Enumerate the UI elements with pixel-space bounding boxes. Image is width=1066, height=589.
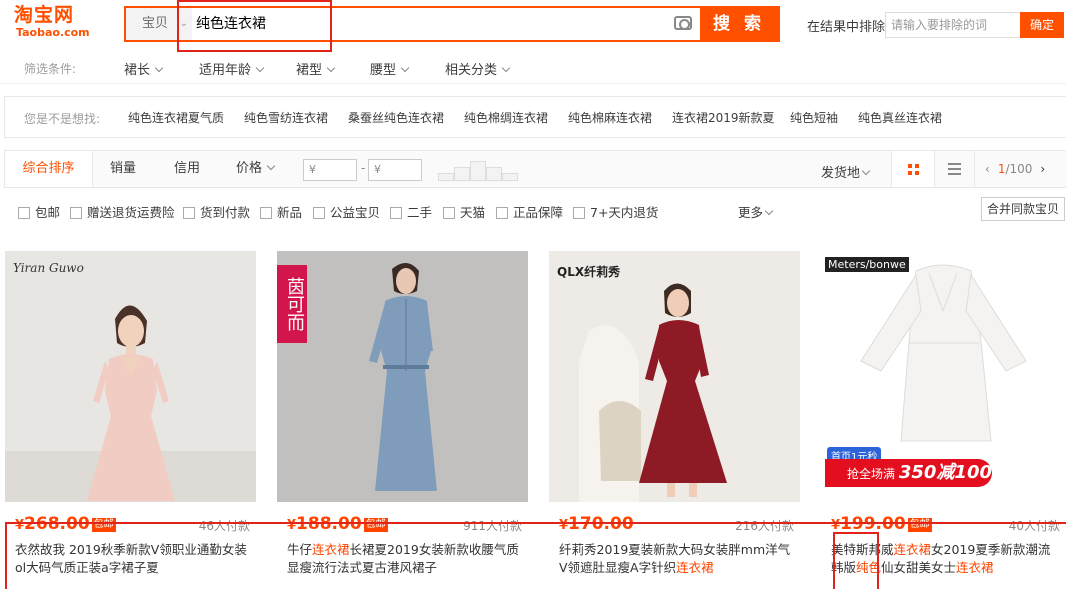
more-services-button[interactable]: 更多 <box>738 202 774 221</box>
brand-logo: Meters/bonwe <box>825 257 909 272</box>
suggest-item[interactable]: 纯色棉绸连衣裙 <box>464 109 548 126</box>
exclude-confirm-button[interactable]: 确定 <box>1020 12 1064 38</box>
product-image[interactable]: 茵可而 <box>277 251 528 502</box>
brand-logo: 茵可而 <box>277 265 307 343</box>
chevron-down-icon <box>255 63 265 73</box>
suggest-item[interactable]: 连衣裙2019新款夏 <box>672 109 775 126</box>
sort-bar: 综合排序 销量 信用 价格 ¥ - ¥ 发货地 ‹ 1/100 › <box>4 150 1066 188</box>
filter-age[interactable]: 适用年龄 <box>199 59 265 78</box>
svc-new[interactable]: 新品 <box>260 202 302 221</box>
checkbox <box>496 207 508 219</box>
services-row: 包邮 赠送退货运费险 货到付款 新品 公益宝贝 二手 天猫 正品保障 7+天内退… <box>4 188 1066 230</box>
chevron-down-icon <box>501 63 511 73</box>
chevron-down-icon <box>266 161 276 171</box>
checkbox <box>260 207 272 219</box>
promo-banner: 抢全场满 350减100 <box>825 459 992 487</box>
chevron-down-icon <box>400 63 410 73</box>
header: 淘宝网 Taobao.com 宝贝 ⌄ 纯色连衣裙 搜 索 在结果中排除 请输入… <box>0 0 1066 50</box>
filter-label: 筛选条件: <box>24 62 77 76</box>
suggest-item[interactable]: 纯色雪纺连衣裙 <box>244 109 328 126</box>
chevron-down-icon <box>764 206 774 216</box>
search-category-label: 宝贝 <box>142 16 169 31</box>
chevron-down-icon <box>326 63 336 73</box>
suggest-item[interactable]: 纯色连衣裙夏气质 <box>128 109 224 126</box>
chevron-down-icon <box>861 166 871 176</box>
logo-cn: 淘宝网 <box>14 4 75 26</box>
price-min-input[interactable]: ¥ <box>303 159 357 181</box>
product-image[interactable]: Yiran Guwo <box>5 251 256 502</box>
prev-page-icon[interactable]: ‹ <box>985 162 990 176</box>
next-page-icon[interactable]: › <box>1040 162 1045 176</box>
checkbox <box>390 207 402 219</box>
annotation-box-titles <box>5 522 1066 589</box>
search-button[interactable]: 搜 索 <box>700 8 778 40</box>
exclude-label: 在结果中排除 <box>807 20 886 35</box>
shipfrom-select[interactable]: 发货地 <box>821 162 871 181</box>
svc-charity[interactable]: 公益宝贝 <box>313 202 380 221</box>
svc-free-shipping[interactable]: 包邮 <box>18 202 60 221</box>
logo-en: Taobao.com <box>16 26 90 39</box>
filter-waist[interactable]: 腰型 <box>370 59 410 78</box>
suggest-item[interactable]: 纯色棉麻连衣裙 <box>568 109 652 126</box>
suggest-item[interactable]: 桑蚕丝纯色连衣裙 <box>348 109 444 126</box>
svc-secondhand[interactable]: 二手 <box>390 202 432 221</box>
price-bar <box>486 167 502 181</box>
grid-view-button[interactable] <box>891 151 935 187</box>
svc-cod[interactable]: 货到付款 <box>183 202 250 221</box>
suggest-label: 您是不是想找: <box>24 112 101 126</box>
suggest-row: 您是不是想找: 纯色连衣裙夏气质 纯色雪纺连衣裙 桑蚕丝纯色连衣裙 纯色棉绸连衣… <box>4 96 1066 138</box>
tab-default-sort[interactable]: 综合排序 <box>5 151 93 187</box>
filter-row: 筛选条件: 裙长 适用年龄 裙型 腰型 相关分类 <box>0 50 1066 84</box>
annotation-box-keyword <box>833 532 879 589</box>
checkbox <box>573 207 585 219</box>
pager: ‹ 1/100 › <box>985 162 1045 176</box>
checkbox <box>313 207 325 219</box>
filter-category[interactable]: 相关分类 <box>445 59 511 78</box>
filter-skirt-type[interactable]: 裙型 <box>296 59 336 78</box>
price-max-input[interactable]: ¥ <box>368 159 422 181</box>
brand-logo: Yiran Guwo <box>13 261 84 275</box>
camera-icon[interactable] <box>674 16 692 30</box>
svc-tmall[interactable]: 天猫 <box>443 202 485 221</box>
tab-credit[interactable]: 信用 <box>157 151 217 187</box>
svc-genuine[interactable]: 正品保障 <box>496 202 563 221</box>
product-image[interactable]: QLX纤莉秀 <box>549 251 800 502</box>
list-view-button[interactable] <box>935 151 975 187</box>
pager-total: /100 <box>1005 162 1033 176</box>
suggest-item[interactable]: 纯色真丝连衣裙 <box>858 109 942 126</box>
brand-logo: QLX纤莉秀 <box>557 265 621 279</box>
annotation-box-search <box>177 0 332 52</box>
price-bar <box>454 167 470 181</box>
filter-skirt-length[interactable]: 裙长 <box>124 59 164 78</box>
merge-same-items-button[interactable]: 合并同款宝贝 <box>981 197 1065 221</box>
tab-sales[interactable]: 销量 <box>93 151 153 187</box>
svc-7day-return[interactable]: 7+天内退货 <box>573 202 658 221</box>
exclude-input[interactable]: 请输入要排除的词 <box>885 12 1021 38</box>
checkbox <box>443 207 455 219</box>
price-dash: - <box>361 161 366 175</box>
checkbox <box>70 207 82 219</box>
price-bar <box>438 173 454 181</box>
checkbox <box>18 207 30 219</box>
price-bar <box>470 161 486 181</box>
chevron-down-icon <box>154 63 164 73</box>
checkbox <box>183 207 195 219</box>
tab-price[interactable]: 价格 <box>227 151 283 187</box>
svc-return-insurance[interactable]: 赠送退货运费险 <box>70 202 175 221</box>
suggest-item[interactable]: 纯色短袖 <box>790 109 838 126</box>
price-bar <box>502 173 518 181</box>
price-distribution-chart[interactable] <box>438 159 518 181</box>
taobao-logo[interactable]: 淘宝网 Taobao.com <box>14 4 98 44</box>
product-image[interactable]: Meters/bonwe 首页1元秒 抢全场满 350减100 <box>821 251 1066 502</box>
